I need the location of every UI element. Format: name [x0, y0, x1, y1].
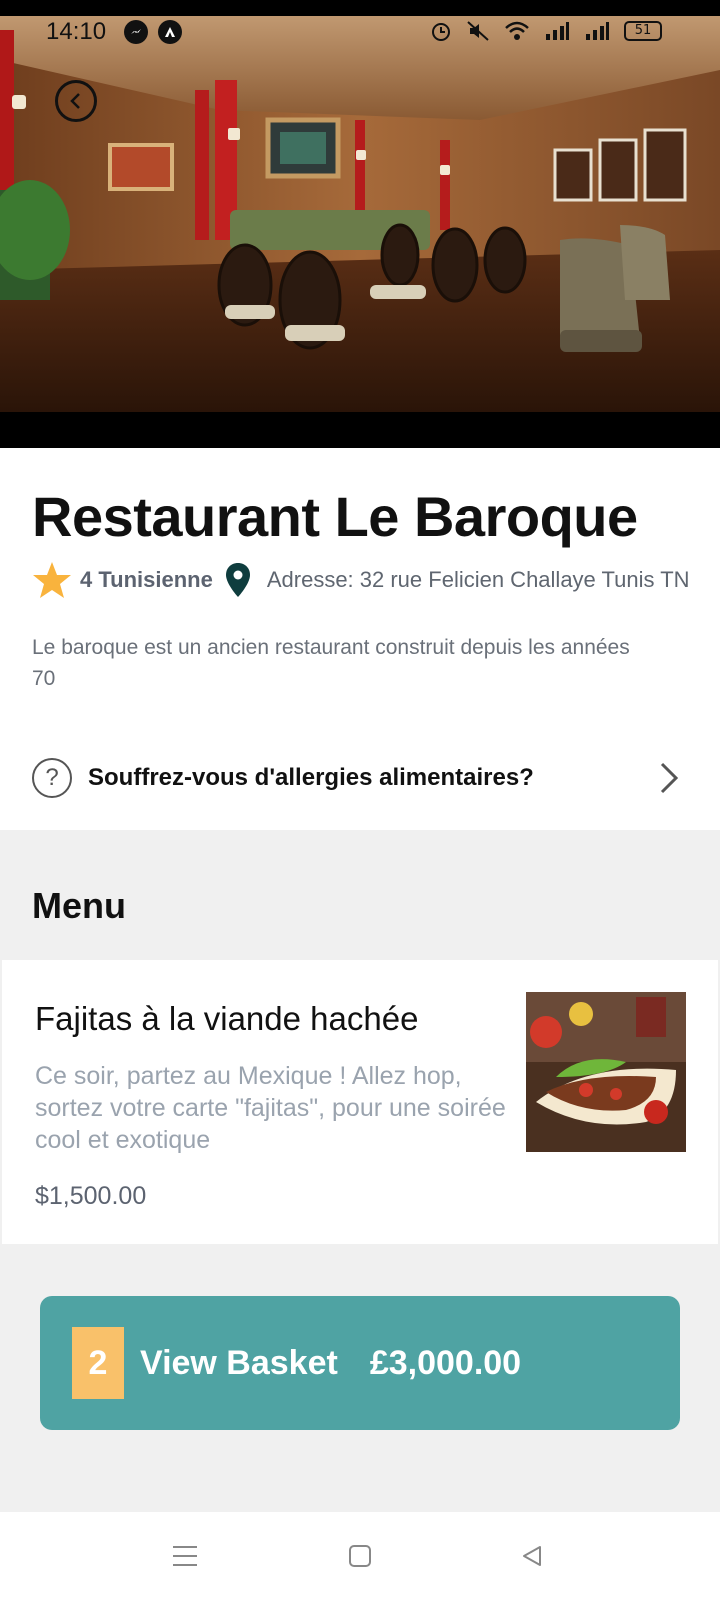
menu-item-card[interactable]: Fajitas à la viande hachée Ce soir, part…	[2, 960, 718, 1244]
menu-title: Menu	[32, 885, 126, 926]
restaurant-name: Restaurant Le Baroque	[32, 485, 638, 548]
system-nav-bar	[0, 1512, 720, 1600]
status-left-icons	[124, 20, 182, 44]
status-time: 14:10	[46, 18, 107, 45]
notification-a-icon	[158, 20, 182, 44]
wifi-icon	[505, 21, 529, 40]
menu-icon[interactable]	[165, 1536, 205, 1576]
dish-image	[526, 992, 686, 1152]
dish-price: $1,500.00	[35, 1182, 147, 1210]
restaurant-description: Le baroque est un ancien restaurant cons…	[32, 636, 630, 690]
rating-text: 4 Tunisienne	[80, 567, 213, 592]
home-square-icon[interactable]	[340, 1536, 380, 1576]
basket-count-badge: 2	[72, 1327, 124, 1399]
hero-image-container	[0, 0, 720, 448]
allergy-prompt: Souffrez-vous d'allergies alimentaires?	[88, 764, 534, 791]
mute-icon	[467, 21, 489, 41]
dish-name: Fajitas à la viande hachée	[35, 1000, 419, 1037]
messenger-icon	[124, 20, 148, 44]
signal-1-icon	[546, 22, 569, 40]
back-triangle-icon[interactable]	[512, 1536, 552, 1576]
restaurant-info-section: Restaurant Le Baroque 4 Tunisienne Adres…	[0, 448, 720, 830]
restaurant-address: Adresse: 32 rue Felicien Challaye Tunis …	[266, 567, 690, 592]
restaurant-meta: 4 Tunisienne Adresse: 32 rue Felicien Ch…	[32, 560, 690, 600]
status-bar: 14:10 51	[0, 0, 720, 62]
view-basket-button[interactable]: 2 View Basket £3,000.00	[40, 1296, 680, 1430]
status-right-icons: 51	[430, 20, 662, 42]
chevron-right-icon	[660, 762, 679, 794]
status-bar-strip	[0, 0, 720, 16]
back-circle-icon[interactable]	[55, 80, 97, 122]
star-icon	[33, 562, 71, 598]
allergy-row[interactable]: ? Souffrez-vous d'allergies alimentaires…	[32, 756, 682, 800]
battery-indicator: 51	[624, 21, 662, 41]
map-pin-icon	[225, 563, 250, 597]
question-icon: ?	[32, 758, 72, 798]
basket-total: £3,000.00	[369, 1343, 522, 1382]
signal-2-icon	[586, 22, 609, 40]
basket-label: View Basket	[140, 1343, 338, 1382]
dish-description: Ce soir, partez au Mexique ! Allez hop, …	[35, 1062, 506, 1154]
alarm-icon	[432, 23, 450, 41]
